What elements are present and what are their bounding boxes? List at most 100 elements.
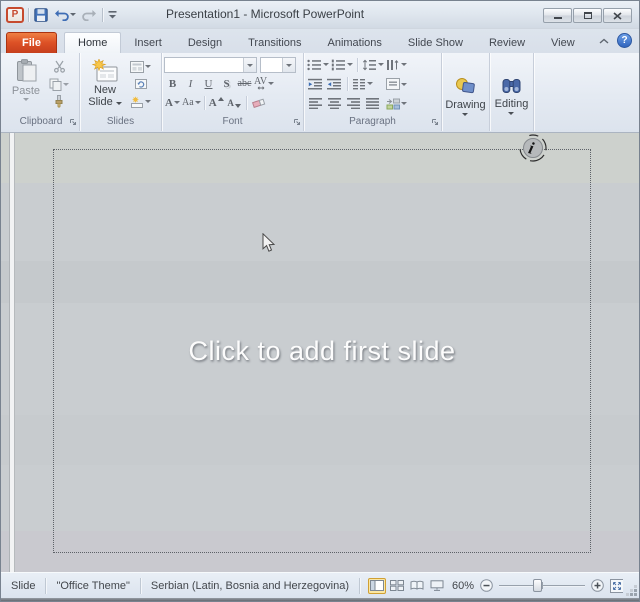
zoom-slider[interactable]	[499, 579, 585, 592]
font-color-dropdown-arrow	[173, 101, 180, 104]
status-theme[interactable]: "Office Theme"	[46, 577, 139, 595]
paste-button[interactable]: Paste	[5, 56, 47, 114]
clipboard-dialog-launcher[interactable]	[69, 118, 77, 126]
fit-slide-to-window-button[interactable]	[610, 579, 623, 593]
tab-review[interactable]: Review	[476, 32, 538, 53]
copy-icon	[49, 78, 62, 91]
font-size-combobox[interactable]	[260, 57, 296, 73]
drawing-icon	[455, 77, 475, 93]
paragraph-dialog-launcher[interactable]	[431, 118, 439, 126]
numbering-dropdown-arrow	[347, 63, 353, 66]
title-bar[interactable]: P Presentation1 - Microsoft PowerPoint	[1, 1, 639, 29]
font-color-button[interactable]: A	[164, 94, 181, 111]
pane-splitter[interactable]	[9, 133, 15, 572]
editing-label: Editing	[494, 97, 529, 110]
tab-design[interactable]: Design	[175, 32, 235, 53]
zoom-in-button[interactable]	[591, 579, 604, 592]
columns-icon	[353, 78, 365, 89]
zoom-in-icon	[591, 579, 604, 592]
close-button[interactable]	[603, 8, 632, 23]
align-left-button[interactable]	[307, 94, 324, 111]
divider	[357, 57, 358, 72]
drawing-button[interactable]: Drawing	[445, 71, 486, 116]
zoom-slider-center-tick	[542, 582, 543, 589]
slides-group: New Slide Slides	[80, 53, 162, 131]
numbering-button[interactable]	[331, 56, 353, 73]
convert-smartart-button[interactable]	[386, 95, 407, 112]
text-shadow-button[interactable]: S	[218, 75, 235, 92]
tab-transitions[interactable]: Transitions	[235, 32, 314, 53]
copy-dropdown-arrow	[63, 82, 69, 86]
align-text-button[interactable]	[386, 76, 407, 93]
spacing-dropdown-arrow	[268, 82, 275, 85]
increase-indent-button[interactable]	[326, 75, 343, 92]
cut-button[interactable]	[49, 58, 69, 75]
save-button[interactable]	[33, 7, 49, 23]
redo-button-disabled[interactable]	[81, 8, 98, 22]
resize-grip[interactable]	[634, 593, 637, 596]
font-size-dropdown[interactable]	[282, 58, 295, 72]
new-slide-dropdown-arrow	[115, 102, 122, 105]
normal-view-button[interactable]	[367, 577, 386, 594]
bold-button[interactable]: B	[164, 75, 181, 92]
align-right-button[interactable]	[345, 94, 362, 111]
paragraph-group-label: Paragraph	[349, 116, 396, 127]
slide-show-icon	[430, 580, 444, 591]
status-language[interactable]: Serbian (Latin, Bosnia and Herzegovina)	[141, 577, 359, 595]
slide-editing-area[interactable]: Click to add first slide i	[1, 133, 639, 572]
help-button[interactable]: ?	[617, 32, 632, 48]
align-center-button[interactable]	[326, 94, 343, 111]
line-spacing-button[interactable]	[362, 56, 384, 73]
columns-button[interactable]	[352, 75, 373, 92]
tab-slide-show[interactable]: Slide Show	[395, 32, 476, 53]
slide-show-view-button[interactable]	[428, 578, 446, 594]
tab-animations[interactable]: Animations	[315, 32, 395, 53]
reading-view-button[interactable]	[408, 578, 426, 594]
layout-button[interactable]	[130, 58, 151, 75]
decrease-indent-button[interactable]	[307, 75, 324, 92]
zoom-out-icon	[480, 579, 493, 592]
restore-button[interactable]	[573, 8, 602, 23]
bullets-button[interactable]	[307, 56, 329, 73]
powerpoint-app-icon[interactable]: P	[6, 6, 24, 23]
zoom-level[interactable]: 60%	[452, 580, 474, 592]
decrease-indent-icon	[308, 78, 322, 89]
editing-dropdown-arrow	[508, 111, 515, 115]
justify-button[interactable]	[364, 94, 381, 111]
zoom-slider-thumb[interactable]	[533, 579, 542, 592]
font-name-dropdown[interactable]	[243, 58, 256, 72]
click-to-add-slide-text[interactable]: Click to add first slide	[53, 336, 591, 367]
font-dialog-launcher[interactable]	[293, 118, 301, 126]
italic-button[interactable]: I	[182, 75, 199, 92]
ribbon-empty-area	[534, 53, 639, 132]
strikethrough-button[interactable]: abc	[236, 75, 253, 92]
tab-file[interactable]: File	[6, 32, 57, 53]
editing-button[interactable]: Editing	[494, 72, 529, 115]
slide-sorter-view-button[interactable]	[388, 578, 406, 594]
undo-button[interactable]	[53, 8, 77, 22]
tab-insert[interactable]: Insert	[121, 32, 175, 53]
clipboard-group: Paste Clipboard	[3, 53, 80, 131]
paste-label: Paste	[11, 85, 41, 97]
grow-font-button[interactable]: A	[208, 94, 225, 111]
copy-button[interactable]	[49, 76, 69, 93]
character-spacing-button[interactable]: AV	[254, 75, 275, 92]
change-case-button[interactable]: Aa	[182, 94, 201, 111]
tab-view[interactable]: View	[538, 32, 588, 53]
zoom-out-button[interactable]	[480, 579, 493, 592]
underline-button[interactable]: U	[200, 75, 217, 92]
clear-formatting-button[interactable]	[250, 94, 267, 111]
section-button[interactable]	[130, 93, 151, 110]
minimize-ribbon-button[interactable]	[599, 31, 609, 49]
text-direction-button[interactable]	[386, 56, 407, 73]
format-painter-button[interactable]	[49, 93, 69, 110]
reset-button[interactable]	[130, 76, 151, 93]
status-slide-indicator[interactable]: Slide	[1, 577, 45, 595]
minimize-button[interactable]	[543, 8, 572, 23]
shrink-font-button[interactable]: A	[226, 94, 243, 111]
new-slide-button[interactable]: New Slide	[82, 56, 128, 114]
close-icon	[613, 11, 622, 20]
tab-home[interactable]: Home	[64, 32, 122, 53]
customize-qat-button[interactable]	[107, 9, 118, 20]
font-name-combobox[interactable]	[164, 57, 257, 73]
